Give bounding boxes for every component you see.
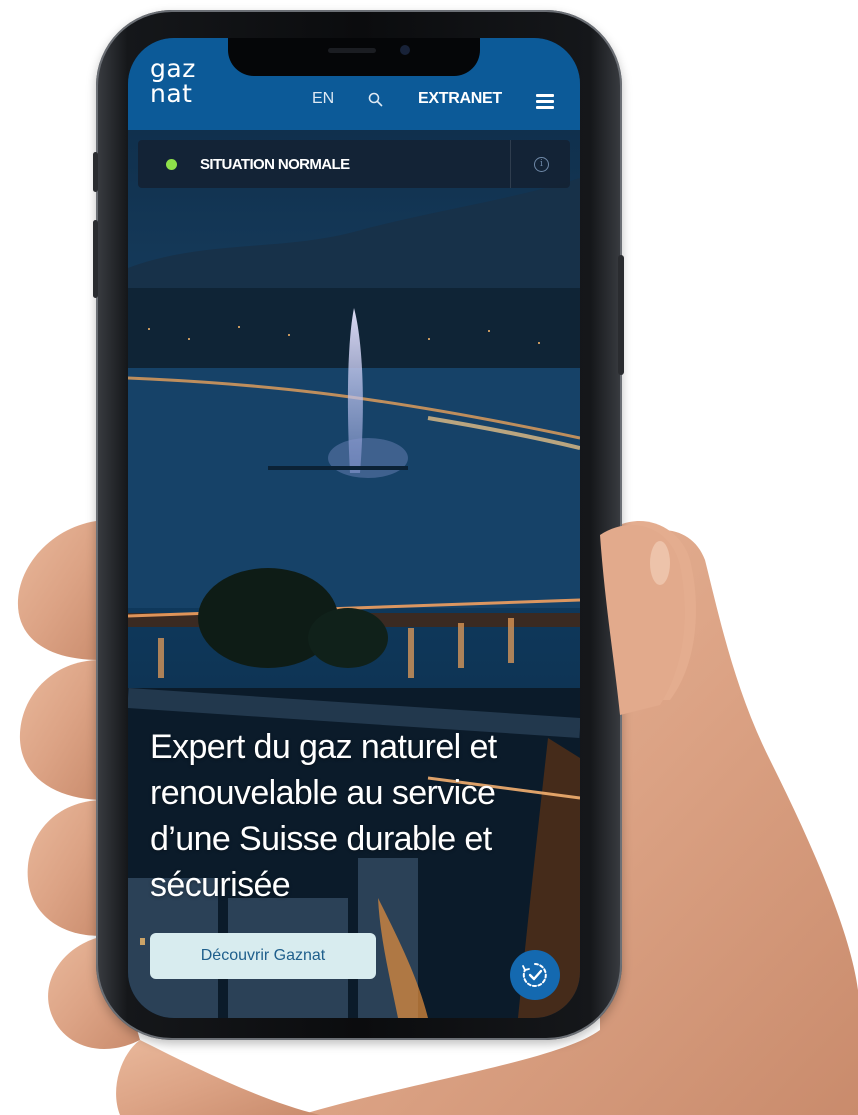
gas-situation-banner[interactable]: SITUATION NORMALE i — [138, 140, 570, 188]
search-icon[interactable] — [368, 92, 383, 107]
logo-line-1: gaz — [150, 54, 196, 83]
phone-notch — [228, 38, 480, 76]
language-switch[interactable]: EN — [312, 90, 334, 108]
status-label: SITUATION NORMALE — [200, 156, 350, 173]
discover-gaznat-button[interactable]: Découvrir Gaznat — [150, 933, 376, 979]
hero-title: Expert du gaz naturel et renouvelable au… — [150, 728, 497, 904]
gaznat-logo[interactable]: gaz nat — [150, 56, 196, 106]
thumb — [600, 525, 685, 715]
side-button-right — [618, 255, 624, 375]
hamburger-menu-icon[interactable] — [536, 94, 554, 109]
side-button-left-1 — [93, 152, 98, 192]
side-button-left-2 — [93, 220, 98, 298]
phone-screen: gaz nat EN EXTRANET SITUATION NORMALE i … — [128, 38, 580, 1018]
accessibility-check-icon — [522, 963, 547, 987]
accessibility-check-button[interactable] — [510, 950, 560, 1000]
extranet-link[interactable]: EXTRANET — [418, 90, 502, 108]
logo-line-2: nat — [150, 79, 193, 108]
status-divider — [510, 140, 511, 188]
info-icon[interactable]: i — [534, 157, 549, 172]
status-indicator-dot — [166, 159, 177, 170]
